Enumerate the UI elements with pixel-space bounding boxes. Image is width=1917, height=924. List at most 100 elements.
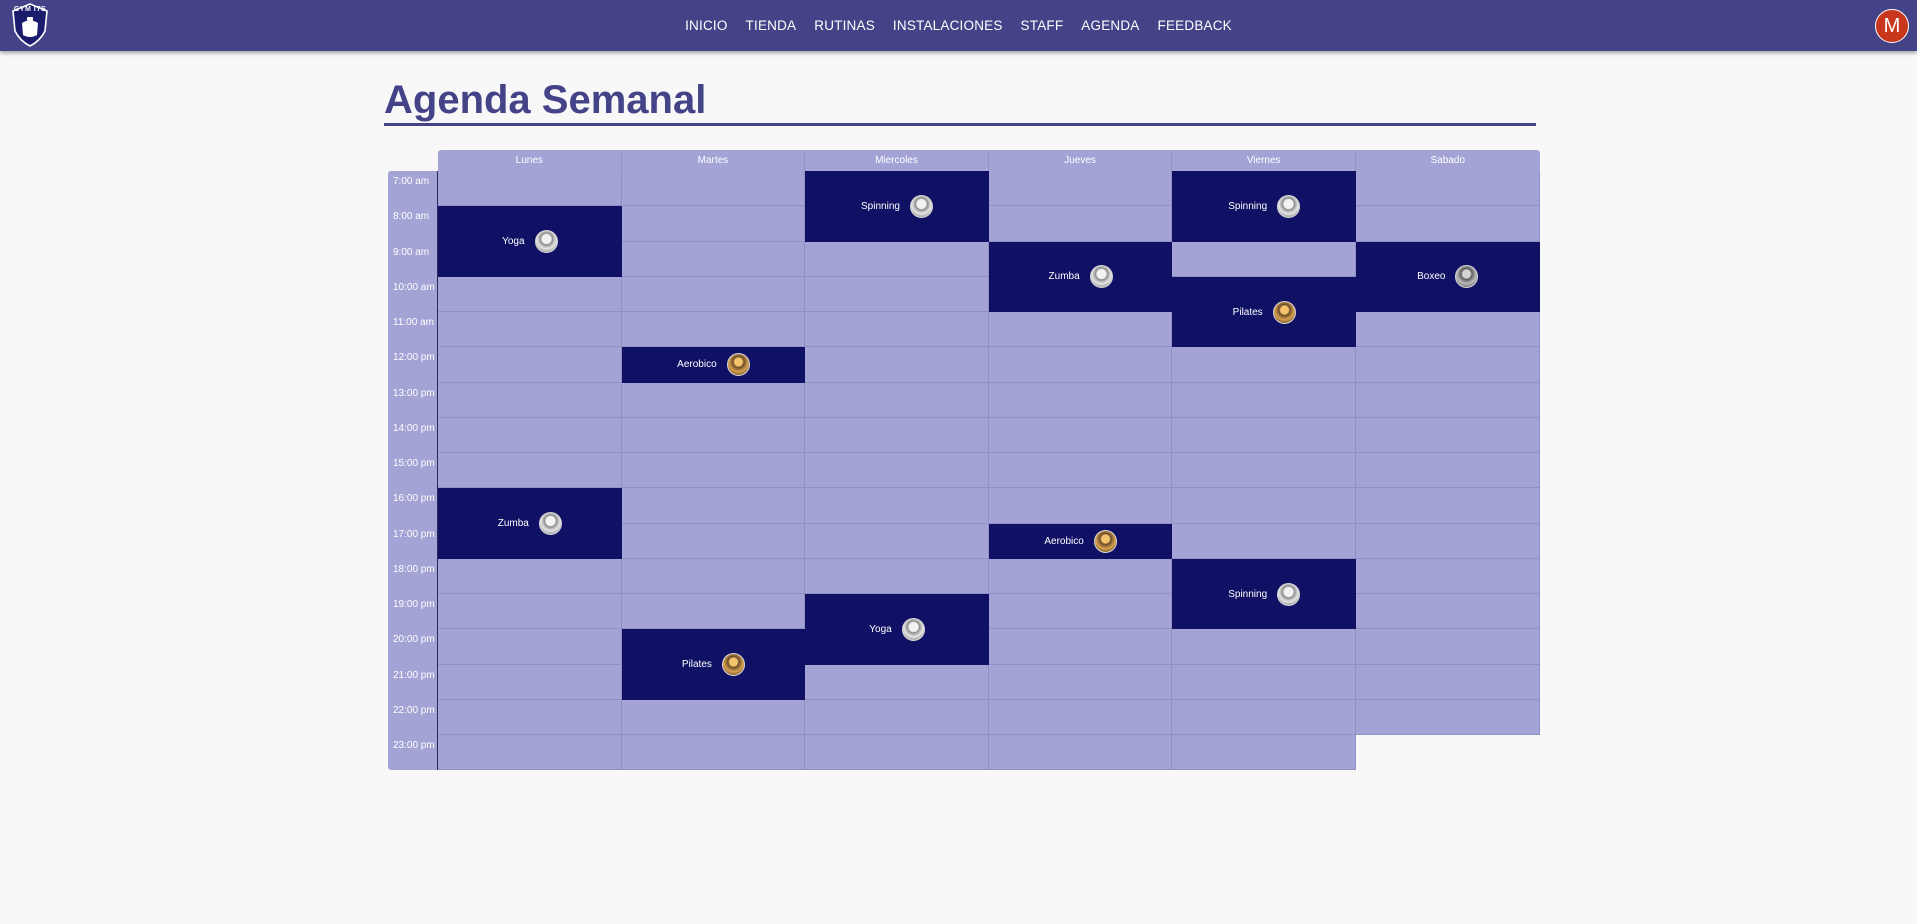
schedule-cell (1172, 629, 1356, 665)
schedule-cell (1356, 664, 1540, 700)
schedule-cell (988, 488, 1173, 524)
schedule-cell (621, 382, 806, 418)
event-label: Yoga (869, 623, 892, 635)
time-label-21-00-pm: 21:00 pm (393, 669, 435, 681)
schedule-cell (805, 664, 989, 700)
time-label-23-00-pm: 23:00 pm (393, 740, 435, 751)
nav-menu: INICIO TIENDA RUTINAS INSTALACIONES STAF… (0, 0, 1917, 51)
schedule-cell (438, 417, 622, 453)
schedule-cell (621, 558, 806, 594)
event-label: Zumba (497, 518, 529, 529)
event-pilates-viernes[interactable]: Pilates (1172, 276, 1356, 348)
event-label: Yoga (502, 236, 525, 247)
time-label-10-00-am: 10:00 am (393, 281, 435, 293)
event-spinning-viernes[interactable]: Spinning (1172, 171, 1356, 242)
day-header-sabado: Sabado (1356, 150, 1540, 171)
event-label: Aerobico (1044, 535, 1084, 547)
time-label-7-00-am: 7:00 am (393, 176, 430, 187)
schedule-cell (621, 312, 806, 348)
trainer-avatar (534, 230, 558, 253)
schedule-cell (621, 171, 806, 207)
event-aerobico-martes[interactable]: Aerobico (621, 347, 806, 383)
schedule-cell (621, 417, 806, 453)
schedule-cell (621, 276, 806, 312)
schedule-cell (438, 558, 622, 594)
schedule-cell (805, 382, 989, 418)
event-yoga-miercoles[interactable]: Yoga (805, 594, 989, 665)
schedule-cell (438, 276, 622, 312)
time-label-12-00-pm: 12:00 pm (393, 352, 435, 364)
schedule-cell (1356, 171, 1540, 207)
schedule-cell (438, 629, 622, 665)
schedule-cell (988, 558, 1173, 594)
schedule-cell (1356, 558, 1540, 594)
time-label-13-00-pm: 13:00 pm (393, 387, 435, 399)
event-zumba-lunes[interactable]: Zumba (438, 488, 622, 559)
event-label: Pilates (681, 659, 712, 670)
schedule-cell (438, 347, 622, 383)
trainer-avatar (1093, 529, 1117, 553)
nav-link-staff[interactable]: STAFF (1021, 18, 1064, 33)
trainer-avatar (726, 353, 750, 377)
day-header-lunes: Lunes (438, 150, 622, 171)
schedule-cell (621, 594, 806, 630)
schedule-cell (1172, 241, 1356, 277)
day-header-miercoles: Miercoles (805, 150, 989, 171)
schedule-cell (1172, 347, 1356, 383)
event-label: Aerobico (677, 359, 717, 371)
trainer-avatar (721, 653, 745, 676)
time-label-11-00-am: 11:00 am (393, 317, 434, 328)
trainer-avatar (1277, 582, 1301, 606)
schedule-cell (988, 347, 1173, 383)
schedule-cell (988, 312, 1173, 348)
schedule-cell (1172, 382, 1356, 418)
schedule-cell (988, 382, 1173, 418)
time-label-20-00-pm: 20:00 pm (393, 634, 435, 646)
event-pilates-martes[interactable]: Pilates (621, 629, 806, 700)
schedule-cell (988, 417, 1173, 453)
event-aerobico-jueves[interactable]: Aerobico (988, 523, 1173, 559)
schedule-cell (438, 382, 622, 418)
schedule-cell (438, 453, 622, 489)
schedule-cell (988, 453, 1173, 489)
schedule-cell (438, 735, 622, 771)
schedule-cell (438, 699, 622, 735)
nav-link-inicio[interactable]: INICIO (685, 18, 727, 33)
schedule-cell (1172, 664, 1356, 700)
schedule-cell (988, 664, 1173, 700)
nav-link-feedback[interactable]: FEEDBACK (1158, 18, 1232, 33)
event-spinning-miercoles[interactable]: Spinning (805, 171, 989, 242)
schedule-cell (1356, 523, 1540, 559)
trainer-avatar (1272, 300, 1296, 324)
trainer-avatar (901, 617, 925, 641)
nav-link-agenda[interactable]: AGENDA (1081, 18, 1139, 33)
schedule-cell (1356, 382, 1540, 418)
event-label: Zumba (1048, 271, 1080, 283)
schedule-cell (1356, 488, 1540, 524)
event-spinning-viernes[interactable]: Spinning (1172, 558, 1356, 630)
schedule-cell (621, 206, 806, 242)
schedule-cell (1172, 453, 1356, 489)
schedule-cell (805, 241, 989, 277)
nav-link-rutinas[interactable]: RUTINAS (814, 18, 875, 33)
time-label-17-00-pm: 17:00 pm (393, 528, 435, 540)
event-zumba-jueves[interactable]: Zumba (988, 241, 1173, 312)
schedule-time-column: 7:00 am 8:00 am 9:00 am 10:00 am 11:00 am 12:… (388, 171, 438, 770)
nav-link-tienda[interactable]: TIENDA (746, 18, 797, 33)
schedule-cell (988, 594, 1173, 630)
event-label: Spinning (1228, 588, 1268, 600)
time-label-22-00-pm: 22:00 pm (393, 704, 435, 716)
event-boxeo-sabado[interactable]: Boxeo (1356, 241, 1540, 312)
time-label-9-00-am: 9:00 am (393, 246, 430, 258)
user-avatar[interactable]: M (1875, 9, 1909, 43)
schedule-cell (621, 488, 806, 524)
event-yoga-lunes[interactable]: Yoga (438, 206, 622, 277)
schedule-cell (438, 312, 622, 348)
schedule-cell (438, 171, 622, 207)
schedule-cell (988, 206, 1173, 242)
time-label-19-00-pm: 19:00 pm (393, 599, 435, 610)
schedule-cell (805, 735, 989, 771)
day-header-martes: Martes (621, 150, 806, 171)
nav-link-instalaciones[interactable]: INSTALACIONES (893, 18, 1003, 33)
time-label-8-00-am: 8:00 am (393, 211, 430, 223)
